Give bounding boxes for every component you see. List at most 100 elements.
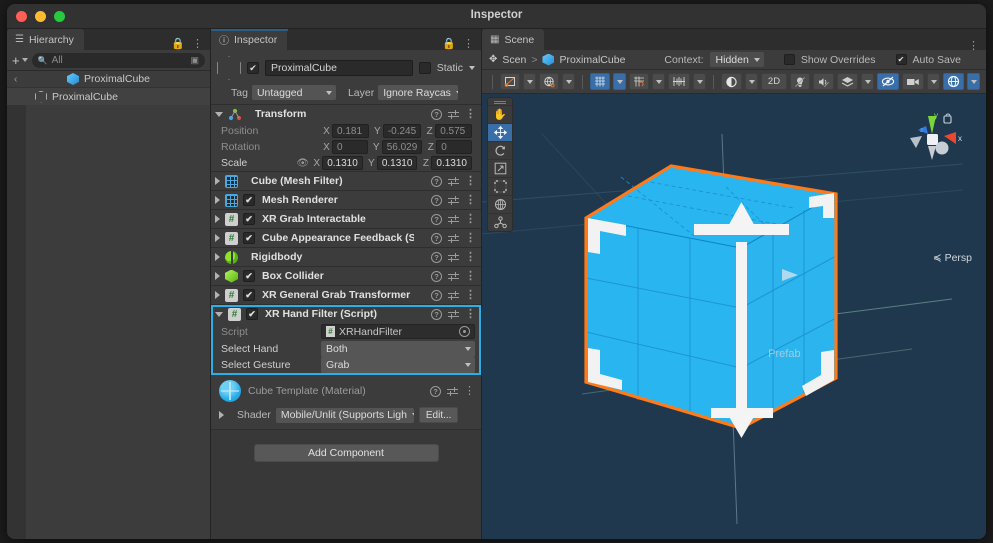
grid-visibility-caret-icon[interactable]: [652, 73, 665, 90]
component-header[interactable]: Cube (Mesh Filter) ? ⋮: [211, 172, 481, 190]
hidden-objects-icon[interactable]: [877, 73, 899, 90]
tag-dropdown[interactable]: Untagged: [251, 85, 336, 100]
help-icon[interactable]: ?: [431, 289, 442, 301]
kebab-menu-icon[interactable]: ⋮: [465, 290, 476, 301]
component-header[interactable]: ✔ XR General Grab Transformer ? ⋮: [211, 286, 481, 304]
draw-mode-caret-icon[interactable]: [523, 73, 536, 90]
help-icon[interactable]: ?: [431, 213, 442, 225]
scene-audio-toggle-icon[interactable]: [813, 73, 834, 90]
create-object-button[interactable]: +: [12, 53, 28, 68]
kebab-menu-icon[interactable]: ⋮: [465, 233, 476, 244]
component-header[interactable]: ✔ XR Grab Interactable ? ⋮: [211, 210, 481, 228]
chevron-right-icon[interactable]: [215, 177, 220, 185]
tab-inspector[interactable]: ⓘ Inspector: [211, 29, 288, 50]
rotation-y-input[interactable]: 56.029: [381, 140, 423, 154]
help-icon[interactable]: ?: [431, 308, 442, 320]
show-overrides-checkbox[interactable]: [783, 54, 795, 65]
overlay-drag-handle[interactable]: [488, 98, 512, 105]
chevron-right-icon[interactable]: [219, 411, 224, 419]
preset-icon[interactable]: [448, 214, 459, 225]
grid-snapping-icon[interactable]: [590, 73, 610, 90]
chevron-left-icon[interactable]: ‹: [14, 74, 17, 85]
scene-orientation-gizmo[interactable]: y x z: [898, 112, 968, 174]
chevron-right-icon[interactable]: [215, 215, 220, 223]
gizmos-visibility-icon[interactable]: [721, 73, 742, 90]
object-name-input[interactable]: ProximalCube: [265, 60, 413, 76]
chevron-down-icon[interactable]: [215, 111, 223, 117]
gizmos-visibility-caret-icon[interactable]: [745, 73, 758, 90]
preset-icon[interactable]: [448, 290, 459, 301]
custom-editor-tool[interactable]: [488, 213, 512, 231]
breadcrumb-object-name[interactable]: ProximalCube: [559, 54, 625, 66]
constrain-proportions-off-icon[interactable]: 👁: [296, 158, 309, 169]
help-icon[interactable]: ?: [431, 175, 442, 187]
add-component-button[interactable]: Add Component: [253, 444, 439, 462]
scale-y-input[interactable]: 0.1310: [376, 156, 418, 170]
select-gesture-dropdown[interactable]: Grab: [321, 356, 475, 373]
position-y-input[interactable]: -0.245: [382, 124, 422, 138]
help-icon[interactable]: ?: [431, 108, 442, 120]
help-icon[interactable]: ?: [431, 232, 442, 244]
scale-tool[interactable]: [488, 159, 512, 177]
scene-filter-icon[interactable]: ▣: [190, 55, 199, 66]
hierarchy-search-input[interactable]: 🔍 All ▣: [31, 52, 205, 68]
layer-dropdown[interactable]: Ignore Raycas: [378, 85, 459, 100]
chevron-down-icon[interactable]: [215, 311, 223, 317]
component-header[interactable]: Rigidbody ? ⋮: [211, 248, 481, 266]
lock-icon[interactable]: 🔒: [442, 37, 456, 50]
selected-cube-object[interactable]: [566, 156, 906, 476]
component-header[interactable]: ✔ Cube Appearance Feedback (Scrip ? ⋮: [211, 229, 481, 247]
rotation-z-input[interactable]: 0: [436, 140, 472, 154]
kebab-menu-icon[interactable]: ⋮: [465, 214, 476, 225]
camera-settings-icon[interactable]: [902, 73, 924, 90]
script-object-field[interactable]: XRHandFilter: [321, 324, 475, 339]
component-tools-icon[interactable]: [668, 73, 690, 90]
kebab-menu-icon[interactable]: ⋮: [465, 309, 476, 320]
select-hand-dropdown[interactable]: Both: [321, 340, 475, 357]
chevron-right-icon[interactable]: [215, 253, 220, 261]
tab-hierarchy[interactable]: ☰ Hierarchy: [7, 29, 84, 50]
chevron-right-icon[interactable]: [215, 234, 220, 242]
kebab-menu-icon[interactable]: ⋮: [465, 176, 476, 187]
scene-lighting-icon[interactable]: [539, 73, 559, 90]
kebab-menu-icon[interactable]: ⋮: [465, 271, 476, 282]
grid-visibility-icon[interactable]: [629, 73, 649, 90]
material-header[interactable]: Cube Template (Material) ? ⋮: [211, 375, 481, 407]
hierarchy-item-proximalcube[interactable]: ProximalCube: [7, 88, 210, 105]
lock-icon[interactable]: 🔒: [171, 37, 185, 50]
tab-scene[interactable]: ▦ Scene: [482, 29, 545, 50]
help-icon[interactable]: ?: [431, 251, 442, 263]
kebab-menu-icon[interactable]: ⋮: [465, 195, 476, 206]
component-tools-caret-icon[interactable]: [693, 73, 706, 90]
component-enabled-checkbox[interactable]: ✔: [243, 289, 255, 301]
kebab-menu-icon[interactable]: ⋮: [968, 41, 979, 52]
help-icon[interactable]: ?: [431, 270, 442, 282]
gizmos-menu-caret-icon[interactable]: [967, 73, 980, 90]
move-tool[interactable]: [488, 123, 512, 141]
component-enabled-checkbox[interactable]: ✔: [246, 308, 258, 320]
scene-fx-caret-icon[interactable]: [861, 73, 874, 90]
scene-lighting-caret-icon[interactable]: [562, 73, 575, 90]
kebab-menu-icon[interactable]: ⋮: [192, 38, 203, 49]
component-enabled-checkbox[interactable]: ✔: [243, 270, 255, 282]
kebab-menu-icon[interactable]: ⋮: [465, 109, 476, 120]
preset-icon[interactable]: [448, 309, 459, 320]
position-z-input[interactable]: 0.575: [435, 124, 473, 138]
component-enabled-checkbox[interactable]: ✔: [243, 194, 255, 206]
context-dropdown[interactable]: Hidden: [709, 52, 764, 67]
scale-x-input[interactable]: 0.1310: [322, 156, 363, 170]
hierarchy-scene-header[interactable]: ‹ ProximalCube: [7, 71, 210, 88]
rotate-tool[interactable]: [488, 141, 512, 159]
transform-tool[interactable]: [488, 195, 512, 213]
camera-projection-label[interactable]: ≼ Persp: [933, 252, 972, 264]
object-picker-icon[interactable]: [459, 326, 470, 337]
object-enabled-checkbox[interactable]: ✔: [247, 62, 259, 74]
preset-icon[interactable]: [448, 176, 459, 187]
position-x-input[interactable]: 0.181: [332, 124, 369, 138]
component-enabled-checkbox[interactable]: ✔: [243, 213, 255, 225]
kebab-menu-icon[interactable]: ⋮: [465, 252, 476, 263]
xr-hand-filter-header[interactable]: ✔ XR Hand Filter (Script) ? ⋮: [211, 305, 481, 323]
grid-snapping-caret-icon[interactable]: [613, 73, 626, 90]
hierarchy-list-body[interactable]: [26, 105, 210, 539]
scene-viewport[interactable]: ✋ Prefab y x z ≼ Persp: [482, 94, 986, 539]
